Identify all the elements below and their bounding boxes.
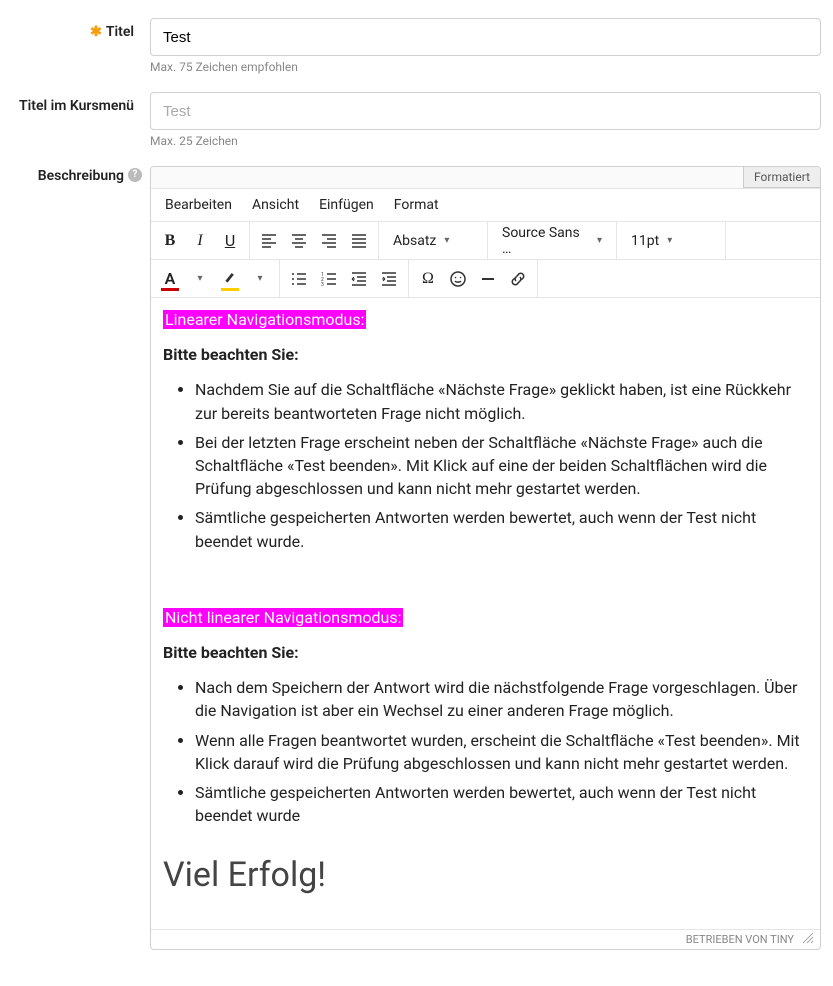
- underline-button[interactable]: U: [215, 226, 245, 256]
- indent-button[interactable]: [374, 264, 404, 294]
- highlight-color-button[interactable]: [215, 264, 245, 294]
- kursmenue-input[interactable]: [150, 92, 821, 130]
- ordered-list-button[interactable]: 123: [314, 264, 344, 294]
- mode-formatted-button[interactable]: Formatiert: [743, 167, 820, 188]
- list-item: Nachdem Sie auf die Schaltfläche «Nächst…: [195, 378, 804, 424]
- bold-button[interactable]: B: [155, 226, 185, 256]
- list-linear: Nachdem Sie auf die Schaltfläche «Nächst…: [163, 378, 804, 552]
- align-justify-button[interactable]: [344, 226, 374, 256]
- editor-footer-label[interactable]: BETRIEBEN VON TINY: [686, 933, 794, 946]
- font-size-select[interactable]: 11pt ▾: [621, 226, 721, 256]
- titel-help: Max. 75 Zeichen empfohlen: [150, 60, 821, 74]
- help-icon[interactable]: ?: [128, 168, 142, 182]
- editor-menubar: Bearbeiten Ansicht Einfügen Format: [151, 189, 820, 222]
- special-char-button[interactable]: Ω: [413, 264, 443, 294]
- titel-label: Titel: [106, 24, 134, 40]
- menu-insert[interactable]: Einfügen: [319, 197, 374, 213]
- align-left-button[interactable]: [254, 226, 284, 256]
- kursmenue-label: Titel im Kursmenü: [19, 98, 134, 114]
- required-marker: ✱: [90, 24, 102, 40]
- list-item: Nach dem Speichern der Antwort wird die …: [195, 676, 804, 722]
- chevron-down-icon: ▾: [597, 235, 602, 246]
- titel-input[interactable]: [150, 18, 821, 56]
- beschreibung-label: Beschreibung: [38, 168, 124, 184]
- svg-text:3: 3: [321, 282, 324, 288]
- note-nonlinear: Bitte beachten Sie:: [163, 643, 299, 662]
- list-item: Bei der letzten Frage erscheint neben de…: [195, 431, 804, 501]
- editor-content-area[interactable]: Linearer Navigationsmodus: Bitte beachte…: [151, 298, 820, 929]
- list-item: Sämtliche gespeicherten Antworten werden…: [195, 506, 804, 552]
- align-right-button[interactable]: [314, 226, 344, 256]
- list-item: Sämtliche gespeicherten Antworten werden…: [195, 781, 804, 827]
- highlight-color-chevron[interactable]: ▾: [245, 264, 275, 294]
- text-color-button[interactable]: A: [155, 264, 185, 294]
- block-format-select[interactable]: Absatz ▾: [383, 226, 483, 256]
- list-item: Wenn alle Fragen beantwortet wurden, ers…: [195, 729, 804, 775]
- menu-format[interactable]: Format: [394, 197, 439, 213]
- chevron-down-icon: ▾: [444, 235, 449, 246]
- richtext-editor: Formatiert Bearbeiten Ansicht Einfügen F…: [150, 166, 821, 950]
- emoji-button[interactable]: [443, 264, 473, 294]
- menu-edit[interactable]: Bearbeiten: [165, 197, 232, 213]
- bullet-list-button[interactable]: [284, 264, 314, 294]
- note-linear: Bitte beachten Sie:: [163, 345, 299, 364]
- heading-linear: Linearer Navigationsmodus:: [163, 310, 366, 329]
- success-heading: Viel Erfolg!: [163, 851, 804, 900]
- kursmenue-help: Max. 25 Zeichen: [150, 134, 821, 148]
- resize-handle-icon[interactable]: [802, 932, 814, 947]
- align-center-button[interactable]: [284, 226, 314, 256]
- text-color-chevron[interactable]: ▾: [185, 264, 215, 294]
- font-family-select[interactable]: Source Sans … ▾: [492, 226, 612, 256]
- link-button[interactable]: [503, 264, 533, 294]
- outdent-button[interactable]: [344, 264, 374, 294]
- menu-view[interactable]: Ansicht: [252, 197, 299, 213]
- italic-button[interactable]: I: [185, 226, 215, 256]
- list-nonlinear: Nach dem Speichern der Antwort wird die …: [163, 676, 804, 827]
- hr-button[interactable]: [473, 264, 503, 294]
- chevron-down-icon: ▾: [667, 235, 672, 246]
- heading-nonlinear: Nicht linearer Navigationsmodus:: [163, 608, 403, 627]
